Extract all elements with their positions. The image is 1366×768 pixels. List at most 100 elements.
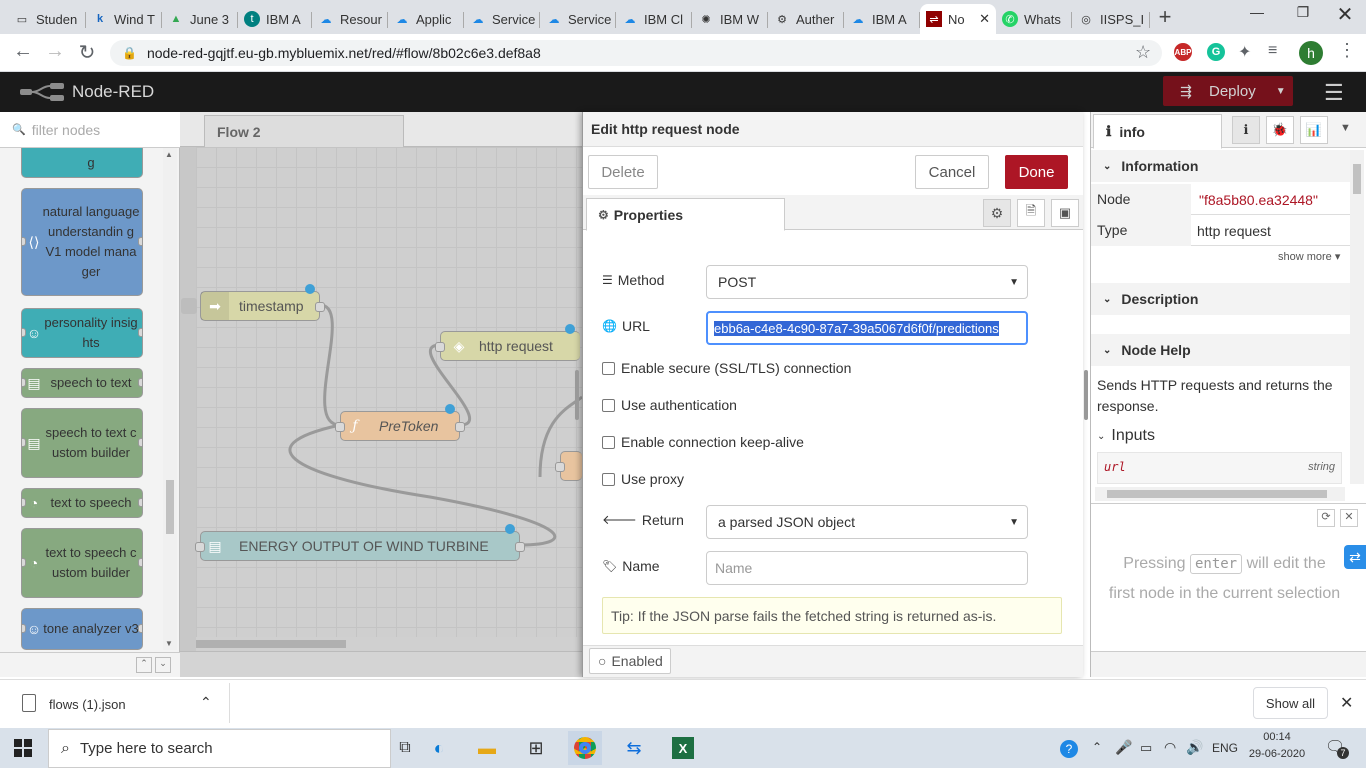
tab-description-icon[interactable]: 🗎 xyxy=(1017,199,1045,227)
return-select[interactable]: a parsed JSON object ▼ xyxy=(706,505,1028,539)
browser-tab[interactable]: ▲ June 3 xyxy=(162,4,238,34)
download-filename[interactable]: flows (1).json xyxy=(49,697,126,712)
input-port[interactable] xyxy=(435,342,445,352)
palette-node[interactable]: g xyxy=(21,148,143,178)
tab-flow-2[interactable]: Flow 2 xyxy=(204,115,404,148)
input-port[interactable] xyxy=(335,422,345,432)
description-section-header[interactable]: ⌄ Description xyxy=(1091,283,1350,315)
clock-time[interactable]: 00:14 xyxy=(1248,731,1306,743)
auth-checkbox[interactable] xyxy=(602,398,615,412)
browser-tab[interactable]: ⚙ Auther xyxy=(768,4,844,34)
address-bar[interactable]: 🔒 node-red-gqjtf.eu-gb.mybluemix.net/red… xyxy=(110,40,1162,66)
ssl-checkbox[interactable] xyxy=(602,361,615,375)
store-icon[interactable]: ⊞ xyxy=(519,731,553,765)
palette-node[interactable]: ⟨⟩ natural language understandin g V1 mod… xyxy=(21,188,143,296)
browser-tab[interactable]: ☁ Resour xyxy=(312,4,388,34)
chevron-up-icon[interactable]: ⌃ xyxy=(200,694,212,711)
tab-settings-gear-icon[interactable]: ⚙ xyxy=(983,199,1011,227)
task-view-icon[interactable]: ⧉ xyxy=(388,731,422,765)
main-menu-icon[interactable]: ☰ xyxy=(1324,80,1344,106)
browser-tab[interactable]: ⇌ No ✕ xyxy=(920,4,996,34)
teamviewer-icon[interactable]: ⇄ xyxy=(1344,545,1366,569)
volume-icon[interactable]: 🔊 xyxy=(1186,739,1203,756)
help-icon[interactable]: ? xyxy=(1060,740,1078,758)
media-control-icon[interactable]: ≡ xyxy=(1268,42,1277,60)
enabled-toggle[interactable]: ○ Enabled xyxy=(589,648,671,674)
cancel-button[interactable]: Cancel xyxy=(915,155,989,189)
expand-all-icon[interactable]: ⌄ xyxy=(155,657,171,673)
proxy-checkbox-row[interactable]: Use proxy xyxy=(602,471,684,487)
wifi-icon[interactable]: ◠ xyxy=(1164,739,1176,756)
close-window-icon[interactable]: ✕ xyxy=(1330,2,1360,28)
tab-info[interactable]: ℹ info xyxy=(1093,114,1222,149)
flow-node-pretoken[interactable]: ƒ PreToken xyxy=(335,411,465,441)
reload-icon[interactable]: ↻ xyxy=(74,40,100,66)
palette-node[interactable]: ☺ personality insights xyxy=(21,308,143,358)
edge-icon[interactable]: ◐ xyxy=(422,731,456,765)
browser-tab[interactable]: ☁ Service xyxy=(540,4,616,34)
profile-avatar[interactable]: h xyxy=(1299,41,1323,65)
browser-tab[interactable]: ✆ Whats xyxy=(996,4,1072,34)
done-button[interactable]: Done xyxy=(1005,155,1068,189)
battery-icon[interactable]: ▭ xyxy=(1140,740,1152,756)
taskbar-search[interactable]: ⌕ Type here to search xyxy=(48,729,391,768)
inject-button[interactable] xyxy=(181,298,197,314)
adblock-icon[interactable]: ABP xyxy=(1174,43,1192,61)
debug-bug-icon[interactable]: 🐞 xyxy=(1266,116,1294,144)
keepalive-checkbox-row[interactable]: Enable connection keep-alive xyxy=(602,434,804,450)
browser-tab[interactable]: ☁ Service xyxy=(464,4,540,34)
input-port[interactable] xyxy=(555,462,565,472)
information-section-header[interactable]: ⌄ Information xyxy=(1091,150,1350,182)
sidebar-menu-chevron-icon[interactable]: ▼ xyxy=(1340,122,1351,134)
delete-button[interactable]: Delete xyxy=(588,155,658,189)
browser-menu-icon[interactable]: ⋮ xyxy=(1338,40,1356,61)
palette-node[interactable]: ▤ speech to text xyxy=(21,368,143,398)
browser-tab[interactable]: ▭ Studen xyxy=(8,4,86,34)
restore-icon[interactable]: ❐ xyxy=(1286,4,1320,28)
teamviewer-taskbar-icon[interactable]: ⇆ xyxy=(617,731,651,765)
close-tips-icon[interactable]: ✕ xyxy=(1340,509,1358,527)
dashboard-chart-icon[interactable]: 📊 xyxy=(1300,116,1328,144)
flow-node-energy-output[interactable]: ▤ ENERGY OUTPUT OF WIND TURBINE xyxy=(195,531,525,561)
name-input[interactable]: Name xyxy=(706,551,1028,585)
excel-icon[interactable]: X xyxy=(666,731,700,765)
show-all-button[interactable]: Show all xyxy=(1253,687,1328,719)
palette-filter[interactable]: 🔍 filter nodes xyxy=(0,112,180,148)
proxy-checkbox[interactable] xyxy=(602,472,615,486)
browser-tab[interactable]: t IBM A xyxy=(238,4,312,34)
grammarly-icon[interactable]: G xyxy=(1207,43,1225,61)
browser-tab[interactable]: k Wind T xyxy=(86,4,162,34)
minimize-icon[interactable]: — xyxy=(1240,4,1274,28)
extensions-icon[interactable]: ✦ xyxy=(1238,42,1251,62)
output-port[interactable] xyxy=(455,422,465,432)
chrome-icon[interactable] xyxy=(568,731,602,765)
new-tab-button[interactable]: + xyxy=(1150,4,1180,30)
clock-date[interactable]: 29-06-2020 xyxy=(1244,748,1310,760)
sidebar-resize-handle[interactable] xyxy=(1084,370,1088,420)
workspace-hscrollbar[interactable] xyxy=(196,637,582,651)
show-more-link[interactable]: show more ▾ xyxy=(1278,250,1340,263)
method-select[interactable]: POST ▼ xyxy=(706,265,1028,299)
palette-node[interactable]: ☺ tone analyzer v3 xyxy=(21,608,143,650)
bookmark-star-icon[interactable]: ☆ xyxy=(1135,42,1151,63)
ssl-checkbox-row[interactable]: Enable secure (SSL/TLS) connection xyxy=(602,360,851,376)
palette-node[interactable]: ▤ speech to text custom builder xyxy=(21,408,143,478)
flow-node-timestamp[interactable]: ➡ timestamp xyxy=(200,291,325,321)
node-help-section-header[interactable]: ⌄ Node Help xyxy=(1091,334,1350,366)
flow-node-partial[interactable] xyxy=(555,451,582,481)
forward-icon[interactable]: → xyxy=(42,40,68,66)
sidebar-hscrollbar[interactable] xyxy=(1095,487,1345,501)
tab-appearance-icon[interactable]: ▣ xyxy=(1051,199,1079,227)
keepalive-checkbox[interactable] xyxy=(602,435,615,449)
browser-tab[interactable]: ☁ Applic xyxy=(388,4,464,34)
url-input[interactable]: ebb6a-c4e8-4c90-87a7-39a5067d6f0f/predic… xyxy=(706,311,1028,345)
refresh-icon[interactable]: ⟳ xyxy=(1317,509,1335,527)
collapse-all-icon[interactable]: ⌃ xyxy=(136,657,152,673)
windows-start-icon[interactable] xyxy=(14,739,32,757)
deploy-dropdown-icon[interactable]: ▼ xyxy=(1276,86,1286,97)
browser-tab[interactable]: ☁ IBM Cl xyxy=(616,4,692,34)
tray-resize-handle[interactable] xyxy=(575,370,579,420)
output-port[interactable] xyxy=(515,542,525,552)
back-icon[interactable]: ← xyxy=(10,40,36,66)
flow-node-http-request[interactable]: ◈ http request xyxy=(435,331,580,361)
